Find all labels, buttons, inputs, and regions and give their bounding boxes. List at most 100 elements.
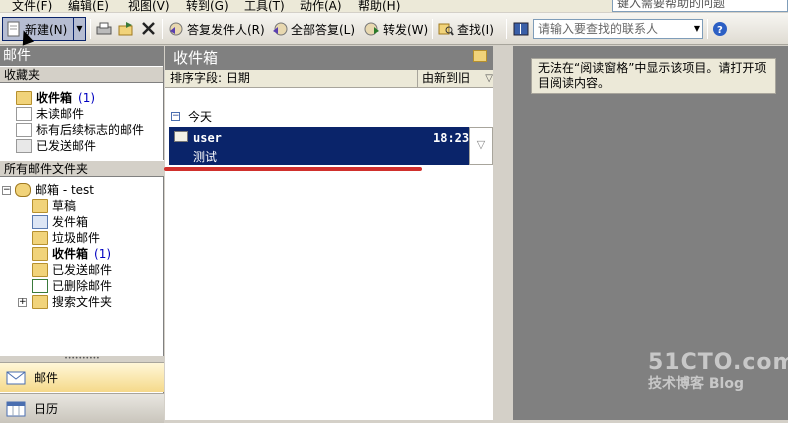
menu-tools[interactable]: 工具(T) [244,0,285,12]
sent-folder-icon [32,263,48,277]
toolbar-separator [90,19,91,39]
search-folder-icon [16,107,32,121]
nav-pane-title: 邮件 [0,46,163,66]
find-button[interactable]: 查找(I) [438,19,494,39]
reply-all-icon [272,21,288,37]
sent-folder-icon [16,139,32,153]
navigation-pane: 邮件 收藏夹 收件箱 (1) 未读邮件 标有后续标志的邮件 已发送邮件 所有邮件… [0,46,164,423]
folder-label: 收件箱 [52,247,89,261]
message-subject: 测试 [193,150,218,164]
favorite-item-unread[interactable]: 未读邮件 [16,106,84,122]
follow-up-flag-icon[interactable]: ▽ [469,127,493,165]
menu-view[interactable]: 视图(V) [128,0,170,12]
address-book-button[interactable] [513,19,532,39]
find-label: 查找(I) [457,22,494,37]
folder-label: 已删除邮件 [52,279,113,293]
watermark-subtext: 技术博客 Blog [648,376,744,392]
move-to-folder-button[interactable] [118,19,137,39]
sort-order-header[interactable]: 由新到旧 ▽ [417,70,497,87]
move-folder-icon [118,21,134,37]
folder-label: 发件箱 [52,215,89,229]
envelope-icon [174,131,188,142]
favorite-label: 未读邮件 [36,107,85,121]
selected-row-highlight: user 18:23 测试 [169,127,469,165]
forward-label: 转发(W) [383,22,429,37]
message-list-pane: 收件箱 排序字段: 日期 由新到旧 ▽ − 今天 user 18:23 测试 ▽ [165,46,497,420]
folder-label: 垃圾邮件 [52,231,101,245]
reply-all-label: 全部答复(L) [291,22,356,37]
group-header-today[interactable]: − 今天 [171,108,212,125]
folder-drafts[interactable]: 草稿 [32,198,76,214]
collapse-icon[interactable]: − [2,185,11,195]
reply-all-button[interactable]: 全部答复(L) [272,19,355,39]
folder-icon [473,50,487,62]
contact-search-input[interactable]: 请输入要查找的联系人 ▼ [533,19,703,39]
sort-field-header[interactable]: 排序字段: 日期 [170,71,250,85]
folder-label: 搜索文件夹 [52,295,113,309]
mailbox-label: 邮箱 - test [35,183,95,197]
calendar-nav-label: 日历 [34,402,59,416]
reply-sender-button[interactable]: 答复发件人(R) [168,19,265,39]
drafts-folder-icon [32,199,48,213]
print-icon [96,21,112,37]
search-folder-icon [16,123,32,137]
collapse-icon[interactable]: − [171,112,180,121]
folder-inbox[interactable]: 收件箱 (1) [32,246,111,262]
reading-pane-notice: 无法在“阅读窗格”中显示该项目。请打开项目阅读内容。 [531,58,776,94]
print-button[interactable] [96,19,115,39]
help-icon: ? [712,21,728,37]
contact-dropdown-icon[interactable]: ▼ [694,20,700,38]
sort-order-label: 由新到旧 [422,71,471,85]
menu-edit[interactable]: 编辑(E) [68,0,109,12]
junk-folder-icon [32,231,48,245]
favorite-item-inbox[interactable]: 收件箱 (1) [16,90,95,106]
folder-junk[interactable]: 垃圾邮件 [32,230,100,246]
menu-actions[interactable]: 动作(A) [300,0,342,12]
inbox-folder-icon [32,247,48,261]
folder-deleted[interactable]: 已删除邮件 [32,278,112,294]
folder-search[interactable]: + 搜索文件夹 [18,294,112,310]
mailbox-root[interactable]: − 邮箱 - test [2,182,94,198]
folder-outbox[interactable]: 发件箱 [32,214,88,230]
favorite-item-flagged[interactable]: 标有后续标志的邮件 [16,122,144,138]
menu-go[interactable]: 转到(G) [186,0,229,12]
menu-help[interactable]: 帮助(H) [358,0,400,12]
calendar-nav-button[interactable]: 日历 [0,393,164,423]
menu-file[interactable]: 文件(F) [12,0,52,12]
reply-icon [168,21,184,37]
folder-title: 收件箱 [165,46,493,70]
mail-icon [6,370,26,386]
favorite-label: 收件箱 [36,91,73,105]
folder-sent[interactable]: 已发送邮件 [32,262,112,278]
favorite-label: 已发送邮件 [36,139,97,153]
message-row[interactable]: user 18:23 测试 ▽ [169,127,493,165]
help-button[interactable]: ? [712,19,731,39]
sort-bar: 排序字段: 日期 由新到旧 ▽ [165,70,493,88]
red-underline-annotation [164,167,422,171]
message-sender: user [193,131,222,145]
all-folders-section-header[interactable]: 所有邮件文件夹 [0,160,164,177]
favorite-label: 标有后续标志的邮件 [36,123,145,137]
outbox-folder-icon [32,215,48,229]
mail-nav-button[interactable]: 邮件 [0,362,164,392]
mailbox-icon [15,183,31,197]
forward-icon [364,21,380,37]
calendar-icon [6,401,26,417]
expand-icon[interactable]: + [18,297,27,307]
toolbar: 新建(N) ▼ 答复发件人(R) 全部答复(L) 转发(W) 查找(I) 请输入… [0,13,788,45]
favorite-item-sent[interactable]: 已发送邮件 [16,138,96,154]
new-button[interactable]: 新建(N) ▼ [2,17,86,41]
contact-search-placeholder: 请输入要查找的联系人 [538,22,659,36]
toolbar-separator [506,19,507,39]
unread-count: (1) [94,247,112,261]
new-dropdown-icon[interactable]: ▼ [73,18,85,40]
delete-button[interactable] [141,19,160,39]
help-search-input[interactable]: 键入需要帮助的问题 [612,0,788,12]
toolbar-separator [432,19,433,39]
svg-text:?: ? [717,25,723,36]
folder-label: 草稿 [52,199,77,213]
search-folder-icon [32,295,48,309]
folder-title-text: 收件箱 [173,49,219,67]
favorites-section-header[interactable]: 收藏夹 [0,66,163,83]
forward-button[interactable]: 转发(W) [364,19,428,39]
